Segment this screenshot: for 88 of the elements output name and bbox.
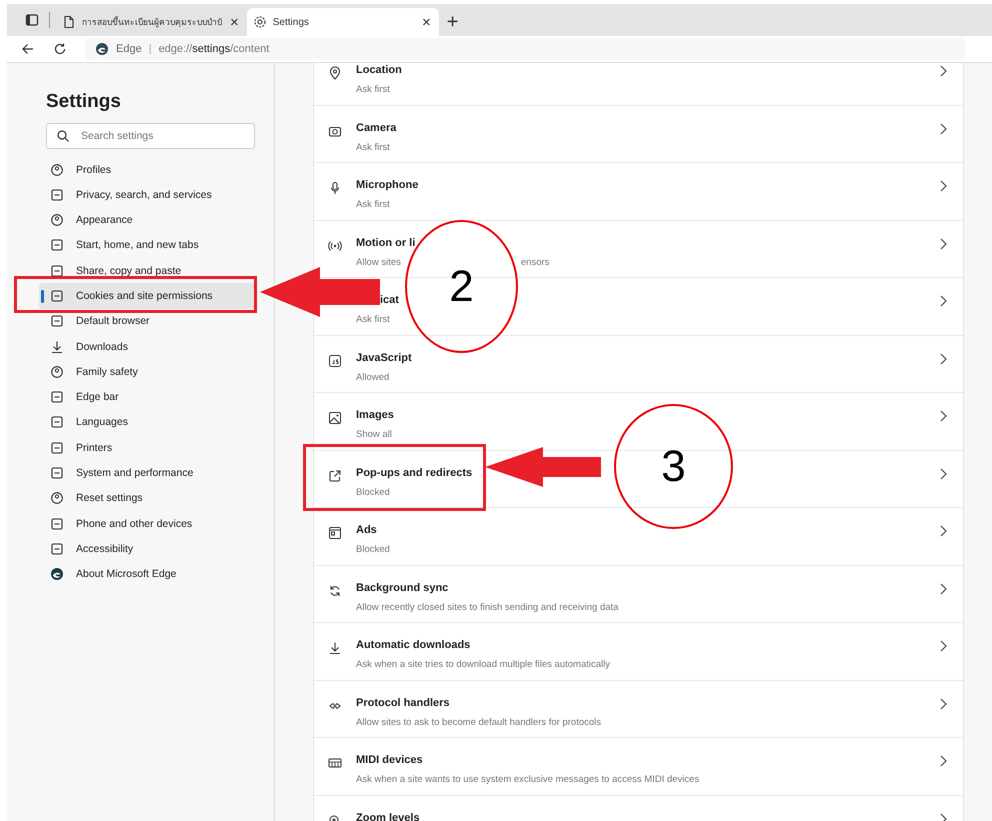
sidebar-item[interactable]: Start, home, and new tabs [39, 238, 254, 252]
back-arrow-icon[interactable] [21, 42, 35, 56]
sidebar-item[interactable]: Share, copy and paste [39, 264, 254, 278]
permission-description: Ask when a site tries to download multiple files automatically [356, 659, 610, 670]
browser-tab[interactable]: Settings × [246, 8, 439, 36]
chevron-right-icon [939, 696, 947, 710]
tab-actions-icon[interactable] [25, 13, 39, 27]
tab-title: Settings [272, 16, 310, 28]
edge-logo-icon [95, 42, 109, 56]
sidebar-item[interactable]: Phone and other devices [39, 516, 254, 531]
refresh-icon[interactable] [53, 42, 67, 56]
permission-description: Ask first [356, 314, 390, 325]
permission-title: Pop-ups and redirects [356, 466, 472, 478]
chevron-right-icon [939, 352, 947, 366]
chevron-right-icon [939, 294, 947, 308]
address-field[interactable]: Edge | edge://settings/content [85, 38, 965, 60]
permission-title: Location [356, 64, 402, 76]
permission-description: Allow sites [356, 256, 401, 268]
search-field[interactable]: Search settings [46, 123, 255, 149]
download-icon [328, 641, 342, 655]
permission-title: Ads [356, 524, 377, 536]
permission-description: Ask when a site wants to use system exclusive messages to access MIDI devices [356, 774, 700, 785]
sidebar-item[interactable]: Family safety [39, 364, 254, 379]
sidebar-item[interactable]: Appearance [39, 213, 254, 228]
sidebar-item[interactable]: About Microsoft Edge [39, 567, 254, 582]
keyboard-icon [328, 756, 342, 770]
close-tab-button[interactable]: × [228, 14, 241, 30]
permission-description: ensors [520, 256, 550, 268]
permission-description: Allow recently closed sites to finish sending and receiving data [356, 602, 618, 612]
permission-title: Images [356, 409, 394, 421]
chevron-right-icon [939, 236, 947, 250]
permission-description: Allowed [356, 372, 390, 382]
signal-waves-icon [328, 238, 342, 252]
page-icon [62, 15, 76, 29]
sidebar-item[interactable]: Printers [39, 440, 254, 455]
sidebar-item[interactable]: Reset settings [39, 491, 254, 506]
sidebar-item[interactable]: System and performance [39, 466, 254, 480]
sync-icon [328, 584, 342, 598]
sidebar-item[interactable]: Languages [39, 415, 254, 430]
sidebar-item[interactable]: Edge bar [39, 390, 254, 404]
chevron-right-icon [939, 179, 947, 193]
chevron-right-icon [939, 122, 947, 136]
browser-tab[interactable]: การสอบขึ้นทะเบียนผู้ควบคุมระบบบำบั × [56, 8, 247, 36]
settings-title: Settings [46, 91, 122, 113]
ads-icon [328, 526, 342, 540]
permission-description: Ask first [356, 199, 390, 210]
permission-description: Allow sites to ask to become default handlers for protocols [356, 716, 602, 728]
permission-title: icat [380, 294, 399, 306]
chevron-right-icon [939, 754, 947, 768]
chevron-right-icon [939, 582, 947, 596]
tab-title: การสอบขึ้นทะเบียนผู้ควบคุมระบบบำบั [82, 15, 222, 29]
permission-title: Camera [356, 122, 396, 134]
sidebar-item[interactable]: Profiles [39, 162, 254, 177]
download-icon [50, 340, 64, 354]
permission-description: Show all [356, 429, 392, 440]
callout-number: 2 [449, 262, 474, 312]
permission-title: MIDI devices [356, 754, 423, 766]
permission-title: Zoom levels [356, 812, 420, 821]
sidebar-item[interactable]: Default browser [39, 314, 254, 328]
permission-title: Automatic downloads [356, 639, 470, 651]
external-link-icon [328, 468, 342, 482]
permission-description: Blocked [356, 544, 390, 555]
permission-title: Motion or li [356, 236, 416, 248]
location-pin-icon [328, 66, 342, 80]
sidebar-item[interactable]: Accessibility [39, 542, 254, 556]
permission-description: Ask first [356, 84, 390, 95]
close-tab-button[interactable]: × [420, 14, 433, 30]
settings-icon [252, 15, 267, 29]
new-tab-button[interactable]: + [438, 8, 466, 36]
microphone-icon [328, 181, 342, 195]
chevron-right-icon [939, 409, 947, 423]
permission-title: Microphone [356, 179, 418, 191]
edge-logo-icon [50, 567, 64, 582]
sidebar-item[interactable]: Cookies and site permissions [39, 283, 254, 309]
chevron-right-icon [939, 466, 947, 480]
permission-title: JavaScript [356, 352, 412, 364]
sidebar-item[interactable]: Downloads [39, 340, 254, 354]
permission-title: Protocol handlers [356, 696, 450, 708]
sidebar-item[interactable]: Privacy, search, and services [39, 188, 254, 202]
image-icon [328, 411, 342, 425]
permission-description: Ask first [356, 142, 390, 152]
chevron-right-icon [939, 64, 947, 78]
callout-number: 3 [661, 442, 686, 492]
js-icon [328, 354, 342, 368]
chevron-right-icon [939, 524, 947, 538]
permission-description: Blocked [356, 486, 390, 498]
chevron-right-icon [939, 639, 947, 653]
permission-title: Background sync [356, 582, 448, 594]
